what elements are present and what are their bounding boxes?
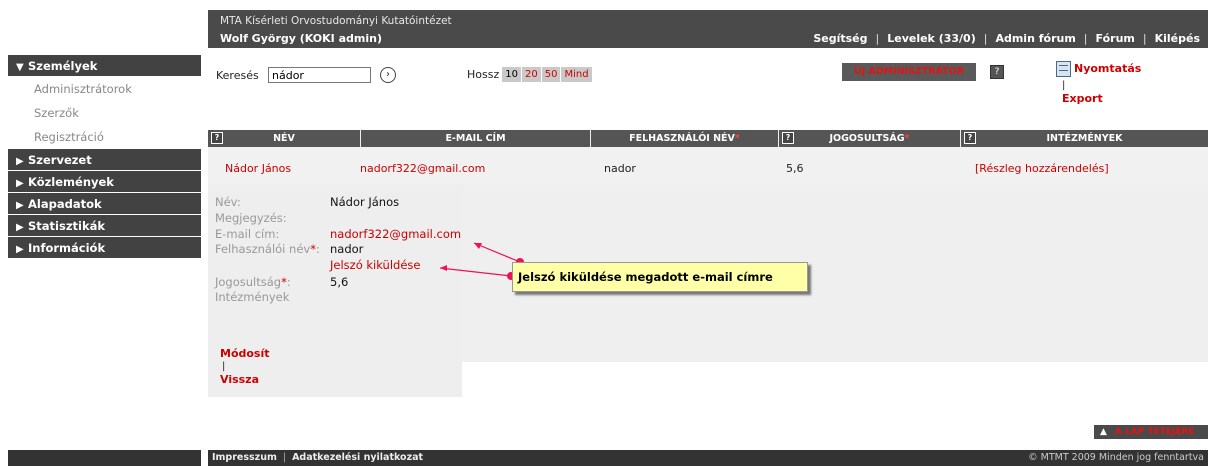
sidebar-section-szervezet[interactable]: ▶ Szervezet	[8, 149, 201, 171]
triangle-down-icon: ▼	[16, 62, 24, 73]
print-export-block: Nyomtatás | Export	[1056, 61, 1196, 105]
new-admin-button[interactable]: ÚJ ADMINISZTRÁTOR	[842, 63, 976, 81]
page-size-50[interactable]: 50	[541, 67, 562, 82]
column-header-email[interactable]: E-MAIL CÍM	[360, 130, 590, 147]
nav-messages[interactable]: Levelek (33/0)	[887, 32, 976, 45]
sidebar-section-informaciok[interactable]: ▶ Információk	[8, 237, 201, 259]
copyright: © MTMT 2009 Minden jog fenntartva	[1028, 452, 1204, 463]
column-header-username[interactable]: FELHASZNÁLÓI NÉV*	[590, 130, 778, 147]
modify-button[interactable]: Módosít	[220, 347, 270, 360]
triangle-right-icon: ▶	[16, 200, 24, 211]
length-label: Hossz	[467, 68, 500, 81]
nav-help[interactable]: Segítség	[813, 32, 867, 45]
nav-logout[interactable]: Kilépés	[1155, 32, 1200, 45]
arrow-up-icon: ▲	[1100, 427, 1107, 437]
sidebar: ▼ Személyek Adminisztrátorok Szerzők Regi…	[8, 55, 201, 259]
search-input[interactable]	[268, 67, 371, 83]
page-size-20[interactable]: 20	[521, 67, 542, 82]
institution-name: MTA Kísérleti Orvostudományi Kutatóintéz…	[220, 15, 452, 27]
nav-forum[interactable]: Fórum	[1096, 32, 1135, 45]
export-link[interactable]: Export	[1062, 92, 1196, 105]
help-icon[interactable]: ?	[782, 132, 794, 144]
triangle-right-icon: ▶	[16, 178, 24, 189]
footer-link-impresszum[interactable]: Impresszum	[212, 452, 277, 463]
value-name: Nádor János	[330, 195, 400, 209]
page-size-10[interactable]: 10	[502, 67, 522, 82]
back-to-top-button[interactable]: ▲ A LAP TETEJÉRE	[1094, 425, 1208, 439]
arrow-right-circle-icon[interactable]: ›	[380, 67, 396, 83]
footer-left	[8, 450, 201, 466]
table-header: ? NÉV E-MAIL CÍM FELHASZNÁLÓI NÉV* ? JOG…	[208, 130, 1208, 147]
column-header-institutions[interactable]: ? INTÉZMÉNYEK	[960, 130, 1208, 147]
value-permission: 5,6	[330, 275, 349, 289]
column-header-name[interactable]: ? NÉV	[208, 130, 360, 147]
help-icon[interactable]: ?	[990, 65, 1004, 79]
sidebar-section-szemelyek[interactable]: ▼ Személyek	[8, 55, 201, 77]
table-row[interactable]: Nádor János nadorf322@gmail.com nador 5,…	[208, 147, 1208, 185]
sidebar-section-kozlemenyek[interactable]: ▶ Közlemények	[8, 171, 201, 193]
label-username: Felhasználói név*:	[215, 242, 320, 256]
triangle-right-icon: ▶	[16, 244, 24, 255]
nav-admin-forum[interactable]: Admin fórum	[995, 32, 1075, 45]
label-name: Név:	[215, 195, 241, 209]
cell-email[interactable]: nadorf322@gmail.com	[360, 162, 485, 175]
logged-in-user: Wolf György (KOKI admin)	[220, 32, 382, 45]
top-nav: Segítség | Levelek (33/0) | Admin fórum …	[813, 32, 1200, 45]
assign-department-link[interactable]: [Részleg hozzárendelés]	[975, 162, 1109, 175]
page-size-all[interactable]: Mind	[561, 67, 593, 82]
value-email[interactable]: nadorf322@gmail.com	[330, 227, 461, 241]
cell-name[interactable]: Nádor János	[225, 162, 291, 175]
detail-panel: Név: Nádor János Megjegyzés: E-mail cím:…	[208, 185, 462, 397]
label-note: Megjegyzés:	[215, 211, 287, 225]
page-length-selector: Hossz 10 20 50 Mind	[467, 67, 593, 82]
footer-link-privacy[interactable]: Adatkezelési nyilatkozat	[292, 452, 423, 463]
search-label: Keresés	[216, 69, 259, 82]
label-institutions: Intézmények	[215, 290, 290, 304]
annotation-callout: Jelszó kiküldése megadott e-mail címre	[512, 262, 808, 292]
value-username: nador	[330, 242, 364, 256]
back-button[interactable]: Vissza	[220, 373, 259, 386]
printer-icon[interactable]	[1056, 61, 1071, 77]
triangle-right-icon: ▶	[16, 156, 24, 167]
header-bar: MTA Kísérleti Orvostudományi Kutatóintéz…	[208, 10, 1208, 48]
column-header-permission[interactable]: ? JOGOSULTSÁG*	[778, 130, 960, 147]
separator: |	[222, 361, 226, 372]
cell-permission: 5,6	[786, 162, 804, 175]
sidebar-item-adminisztratorok[interactable]: Adminisztrátorok	[8, 77, 201, 101]
cell-username: nador	[604, 162, 636, 175]
footer: Impresszum | Adatkezelési nyilatkozat © MT…	[208, 450, 1208, 466]
triangle-right-icon: ▶	[16, 222, 24, 233]
help-icon[interactable]: ?	[211, 132, 223, 144]
help-icon[interactable]: ?	[964, 132, 976, 144]
sidebar-item-szerzok[interactable]: Szerzők	[8, 101, 201, 125]
sidebar-item-regisztracio[interactable]: Regisztráció	[8, 125, 201, 149]
label-permission: Jogosultság*:	[215, 275, 291, 289]
sidebar-section-statisztikak[interactable]: ▶ Statisztikák	[8, 215, 201, 237]
sidebar-section-alapadatok[interactable]: ▶ Alapadatok	[8, 193, 201, 215]
label-email: E-mail cím:	[215, 227, 280, 241]
print-link[interactable]: Nyomtatás	[1074, 62, 1141, 75]
send-password-link[interactable]: Jelszó kiküldése	[330, 258, 420, 272]
separator: |	[1062, 80, 1066, 91]
